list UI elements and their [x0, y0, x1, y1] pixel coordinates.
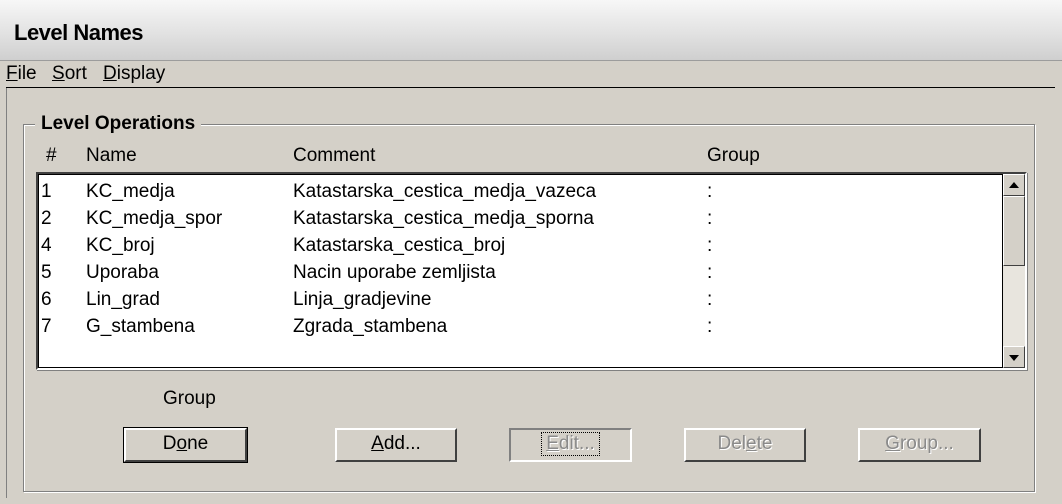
row-num: 7 [41, 316, 52, 337]
menu-sort[interactable]: Sort [52, 63, 87, 85]
row-name: G_stambena [86, 316, 195, 337]
delete-button[interactable]: Delete [684, 428, 806, 462]
scroll-down-button[interactable] [1003, 346, 1025, 368]
window-title: Level Names [14, 20, 144, 45]
table-row[interactable]: 4 KC_broj Katastarska_cestica_broj : [39, 232, 1003, 259]
column-header-comment: Comment [293, 145, 376, 166]
row-group: : [707, 235, 713, 256]
row-comment: Nacin uporabe zemljista [293, 262, 496, 283]
row-group: : [707, 262, 713, 283]
row-group: : [707, 181, 713, 202]
group-label-post: roup... [899, 433, 954, 454]
table-row[interactable]: 7 G_stambena Zgrada_stambena : [39, 313, 1003, 340]
column-header-group: Group [707, 145, 760, 166]
row-comment: Zgrada_stambena [293, 316, 448, 337]
row-group: : [707, 208, 713, 229]
row-num: 1 [41, 181, 52, 202]
level-operations-label: Level Operations [35, 113, 202, 135]
row-comment: Katastarska_cestica_medja_vazeca [293, 181, 597, 202]
levels-list[interactable]: 1 KC_medja Katastarska_cestica_medja_vaz… [38, 174, 1003, 368]
row-num: 4 [41, 235, 52, 256]
row-comment: Linja_gradjevine [293, 289, 432, 310]
done-label-pre: D [162, 433, 177, 454]
table-row[interactable]: 2 KC_medja_spor Katastarska_cestica_medj… [39, 205, 1003, 232]
arrow-down-icon [1009, 355, 1019, 361]
arrow-up-icon [1009, 182, 1019, 188]
group-label: Group [163, 388, 216, 409]
row-num: 2 [41, 208, 52, 229]
table-row[interactable]: 5 Uporaba Nacin uporabe zemljista : [39, 259, 1003, 286]
row-group: : [707, 289, 713, 310]
row-group: : [707, 316, 713, 337]
levels-listbox[interactable]: 1 KC_medja Katastarska_cestica_medja_vaz… [36, 172, 1027, 370]
table-row[interactable]: 1 KC_medja Katastarska_cestica_medja_vaz… [39, 178, 1003, 205]
row-num: 6 [41, 289, 52, 310]
column-header-num: # [46, 145, 57, 166]
edit-label-post: dit... [558, 433, 595, 454]
table-row[interactable]: 6 Lin_grad Linja_gradjevine : [39, 286, 1003, 313]
edit-label-key: E [546, 433, 559, 454]
menu-file[interactable]: File [6, 63, 37, 85]
done-button[interactable]: Done [123, 427, 248, 463]
edit-focus: Edit... [541, 432, 600, 456]
row-comment: Katastarska_cestica_medja_sporna [293, 208, 595, 229]
row-name: KC_medja [86, 181, 175, 202]
edit-button[interactable]: Edit... [509, 428, 632, 462]
done-label-post: ne [187, 433, 209, 454]
add-label-key: A [371, 433, 384, 454]
scroll-thumb[interactable] [1003, 196, 1025, 266]
column-header-name: Name [86, 145, 137, 166]
row-name: Lin_grad [86, 289, 160, 310]
row-name: Uporaba [86, 262, 159, 283]
title-bar: Level Names [0, 0, 1062, 61]
done-label-key: o [176, 433, 188, 454]
menu-bar: File Sort Display [6, 60, 1055, 88]
scroll-up-button[interactable] [1003, 174, 1025, 196]
delete-label-post: te [756, 433, 773, 454]
row-comment: Katastarska_cestica_broj [293, 235, 506, 256]
add-button[interactable]: Add... [335, 428, 457, 462]
vertical-scrollbar[interactable] [1003, 174, 1025, 368]
row-name: KC_broj [86, 235, 155, 256]
add-label-post: dd... [383, 433, 421, 454]
row-name: KC_medja_spor [86, 208, 223, 229]
delete-label-key: e [746, 433, 757, 454]
group-button[interactable]: Group... [858, 428, 981, 462]
delete-label-pre: Del [717, 433, 747, 454]
menu-display[interactable]: Display [103, 63, 165, 85]
group-label-key: G [885, 433, 900, 454]
row-num: 5 [41, 262, 52, 283]
